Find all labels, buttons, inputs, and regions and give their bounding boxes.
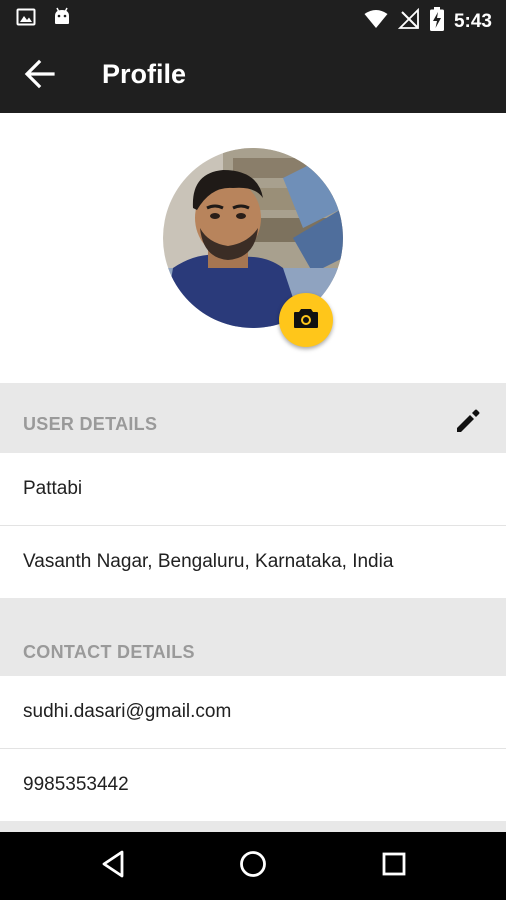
recents-square-icon — [381, 851, 407, 882]
pencil-icon — [455, 408, 481, 439]
email-row[interactable]: sudhi.dasari@gmail.com — [0, 676, 506, 748]
edit-user-details-button[interactable] — [452, 407, 484, 439]
profile-area — [0, 113, 506, 383]
user-address: Vasanth Nagar, Bengaluru, Karnataka, Ind… — [23, 551, 394, 572]
no-signal-icon — [397, 7, 420, 35]
page-title: Profile — [102, 59, 187, 89]
bottom-spacer — [0, 821, 506, 832]
nav-recents-button[interactable] — [374, 846, 414, 886]
battery-charging-icon — [429, 7, 444, 36]
change-photo-button[interactable] — [279, 293, 333, 347]
back-triangle-icon — [100, 850, 126, 883]
camera-icon — [293, 307, 319, 334]
user-address-row[interactable]: Vasanth Nagar, Bengaluru, Karnataka, Ind… — [0, 526, 506, 598]
status-bar: 5:43 — [0, 0, 506, 36]
arrow-back-icon — [24, 58, 56, 95]
nav-home-button[interactable] — [233, 846, 273, 886]
status-time: 5:43 — [453, 10, 492, 32]
email-text: sudhi.dasari@gmail.com — [23, 701, 232, 722]
user-name-row[interactable]: Pattabi — [0, 453, 506, 525]
wifi-icon — [364, 9, 388, 34]
android-icon — [52, 7, 72, 32]
phone-row[interactable]: 9985353442 — [0, 749, 506, 821]
phone-text: 9985353442 — [23, 774, 129, 795]
app-bar: Profile — [0, 36, 506, 113]
user-details-header: USER DETAILS — [0, 383, 506, 453]
user-name: Pattabi — [23, 478, 83, 499]
user-details-title: USER DETAILS — [23, 414, 158, 434]
back-button[interactable] — [18, 54, 62, 98]
image-icon — [16, 7, 36, 32]
nav-back-button[interactable] — [93, 846, 133, 886]
home-circle-icon — [239, 850, 267, 883]
system-nav-bar — [0, 832, 506, 900]
contact-details-title: CONTACT DETAILS — [23, 642, 195, 662]
contact-details-header: CONTACT DETAILS — [0, 598, 506, 676]
